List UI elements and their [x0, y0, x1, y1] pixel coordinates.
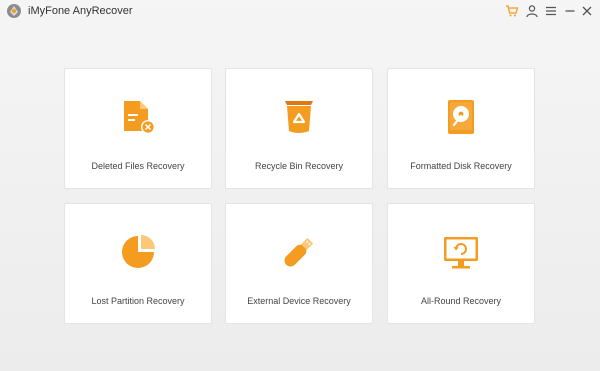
user-icon[interactable] [525, 4, 539, 18]
card-label: Deleted Files Recovery [91, 161, 185, 171]
menu-icon[interactable] [544, 4, 558, 18]
title-bar: iMyFone AnyRecover [0, 0, 600, 22]
card-label: Recycle Bin Recovery [254, 161, 344, 171]
recycle-bin-recovery-card[interactable]: Recycle Bin Recovery [225, 68, 373, 189]
minimize-icon[interactable] [563, 4, 577, 18]
lost-partition-recovery-card[interactable]: Lost Partition Recovery [64, 203, 212, 324]
usb-drive-icon [284, 237, 314, 267]
card-label: Lost Partition Recovery [91, 296, 185, 306]
recycle-bin-icon [285, 101, 313, 133]
app-logo-icon [7, 4, 21, 18]
deleted-files-recovery-card[interactable]: Deleted Files Recovery [64, 68, 212, 189]
close-icon[interactable] [580, 4, 594, 18]
cart-icon[interactable] [505, 4, 519, 18]
external-device-recovery-card[interactable]: External Device Recovery [225, 203, 373, 324]
monitor-refresh-icon [444, 237, 478, 269]
card-label: Formatted Disk Recovery [410, 161, 512, 171]
formatted-disk-icon [448, 100, 474, 134]
app-window: iMyFone AnyRecover Deleted Files Recover… [0, 0, 600, 371]
deleted-file-icon [124, 101, 155, 134]
app-title: iMyFone AnyRecover [28, 5, 133, 17]
card-label: External Device Recovery [247, 296, 351, 306]
all-round-recovery-card[interactable]: All-Round Recovery [387, 203, 535, 324]
formatted-disk-recovery-card[interactable]: Formatted Disk Recovery [387, 68, 535, 189]
card-label: All-Round Recovery [420, 296, 502, 306]
pie-partition-icon [122, 235, 155, 268]
